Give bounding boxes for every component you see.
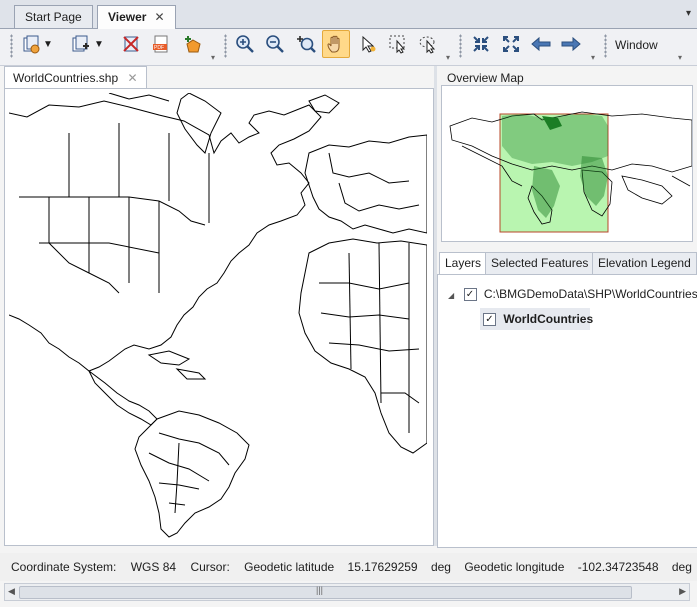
layer-group-row[interactable]: ◢ ✓ C:\BMGDemoData\SHP\WorldCountries xyxy=(448,287,697,302)
forward-arrow-icon[interactable] xyxy=(557,30,585,58)
longitude-value: -102.34723548 xyxy=(577,560,659,574)
north-america-outline xyxy=(9,100,322,372)
layer-group-path: C:\BMGDemoData\SHP\WorldCountries xyxy=(483,287,697,301)
tab-start-page-label: Start Page xyxy=(25,10,82,24)
horizontal-scrollbar[interactable]: ◀ ||| ▶ xyxy=(4,583,690,601)
status-bar: Coordinate System: WGS 84 Cursor: Geodet… xyxy=(0,553,697,581)
document-tab-strip: Start Page Viewer ✕ ▾ xyxy=(0,0,697,29)
scroll-left-icon[interactable]: ◀ xyxy=(8,586,15,597)
svg-text:PDF: PDF xyxy=(154,45,164,51)
add-layer-dropdown-icon[interactable]: ▼ xyxy=(91,30,107,58)
world-map xyxy=(9,93,427,538)
window-menu[interactable]: Window xyxy=(615,38,658,52)
toolbar-overflow-icon[interactable]: ▾ xyxy=(591,53,595,62)
panel-tab-strip: Layers Selected Features Elevation Legen… xyxy=(437,252,697,275)
latitude-label: Geodetic latitude xyxy=(244,560,335,574)
layer-checkbox[interactable]: ✓ xyxy=(483,313,496,327)
tab-layers[interactable]: Layers xyxy=(439,252,488,275)
tab-viewer[interactable]: Viewer ✕ xyxy=(97,5,176,29)
zoom-to-icon[interactable] xyxy=(292,30,320,58)
longitude-label: Geodetic longitude xyxy=(464,560,565,574)
layer-group-checkbox[interactable]: ✓ xyxy=(463,288,477,302)
main-toolbar: ▼ ▼ PDF ▾ ▾ ▾ Window ▾ xyxy=(0,29,697,66)
toolbar-grip[interactable] xyxy=(604,34,607,58)
overview-map[interactable] xyxy=(441,85,693,242)
zoom-out-icon[interactable] xyxy=(261,30,289,58)
zoom-in-icon[interactable] xyxy=(231,30,259,58)
expand-collapse-icon[interactable]: ◢ xyxy=(448,291,454,300)
map-canvas[interactable] xyxy=(9,93,427,540)
select-lasso-icon[interactable] xyxy=(414,30,442,58)
pan-hand-icon[interactable] xyxy=(322,30,350,58)
tab-selected-features-label: Selected Features xyxy=(491,256,589,270)
tab-layers-label: Layers xyxy=(445,256,482,270)
scroll-thumb-grip-icon: ||| xyxy=(316,585,324,595)
overview-world-map xyxy=(449,111,692,233)
add-shape-icon[interactable] xyxy=(179,30,207,58)
select-icon[interactable] xyxy=(354,30,382,58)
toolbar-overflow-icon[interactable]: ▾ xyxy=(211,53,215,62)
greenland-outline xyxy=(176,93,222,154)
scroll-right-icon[interactable]: ▶ xyxy=(679,586,686,597)
coordinate-system-label: Coordinate System: xyxy=(11,560,117,574)
layer-row[interactable]: ✓ WorldCountries xyxy=(480,308,594,330)
tab-list-dropdown-icon[interactable]: ▾ xyxy=(686,8,691,19)
scroll-thumb[interactable]: ||| xyxy=(19,585,632,599)
layers-tree: ◢ ✓ C:\BMGDemoData\SHP\WorldCountries ✓ … xyxy=(437,274,697,548)
overview-map-title: Overview Map xyxy=(447,71,524,85)
toolbar-overflow-icon[interactable]: ▾ xyxy=(678,53,682,62)
back-arrow-icon[interactable] xyxy=(527,30,555,58)
full-extent-icon[interactable] xyxy=(467,30,495,58)
longitude-unit: deg xyxy=(671,560,692,574)
select-box-icon[interactable] xyxy=(384,30,412,58)
zoom-extent-icon[interactable] xyxy=(497,30,525,58)
coordinate-system-value: WGS 84 xyxy=(130,560,177,574)
toolbar-grip[interactable] xyxy=(459,34,462,58)
new-layer-dropdown-icon[interactable]: ▼ xyxy=(40,30,56,58)
map-tab-label: WorldCountries.shp xyxy=(13,71,119,85)
layer-name: WorldCountries xyxy=(503,312,594,326)
close-icon[interactable]: ✕ xyxy=(128,71,138,85)
tab-worldcountries-shp[interactable]: WorldCountries.shp ✕ xyxy=(4,66,147,89)
tab-viewer-label: Viewer xyxy=(108,10,147,24)
europe-outline xyxy=(304,134,427,234)
toolbar-grip[interactable] xyxy=(224,34,227,58)
cursor-label: Cursor: xyxy=(190,560,230,574)
close-icon[interactable]: ✕ xyxy=(154,10,164,24)
latitude-unit: deg xyxy=(430,560,451,574)
toolbar-overflow-icon[interactable]: ▾ xyxy=(446,53,450,62)
latitude-value: 15.17629259 xyxy=(347,560,418,574)
tab-start-page[interactable]: Start Page xyxy=(14,5,93,28)
export-pdf-icon[interactable]: PDF xyxy=(147,30,175,58)
tab-selected-features[interactable]: Selected Features xyxy=(485,252,595,275)
central-america-outline xyxy=(88,370,158,426)
south-america-outline xyxy=(134,410,250,538)
tab-elevation-legend[interactable]: Elevation Legend xyxy=(592,252,697,275)
toolbar-grip[interactable] xyxy=(10,34,13,58)
remove-layer-icon[interactable] xyxy=(117,30,145,58)
add-layer-icon[interactable] xyxy=(66,30,94,58)
tab-elevation-legend-label: Elevation Legend xyxy=(598,256,691,270)
